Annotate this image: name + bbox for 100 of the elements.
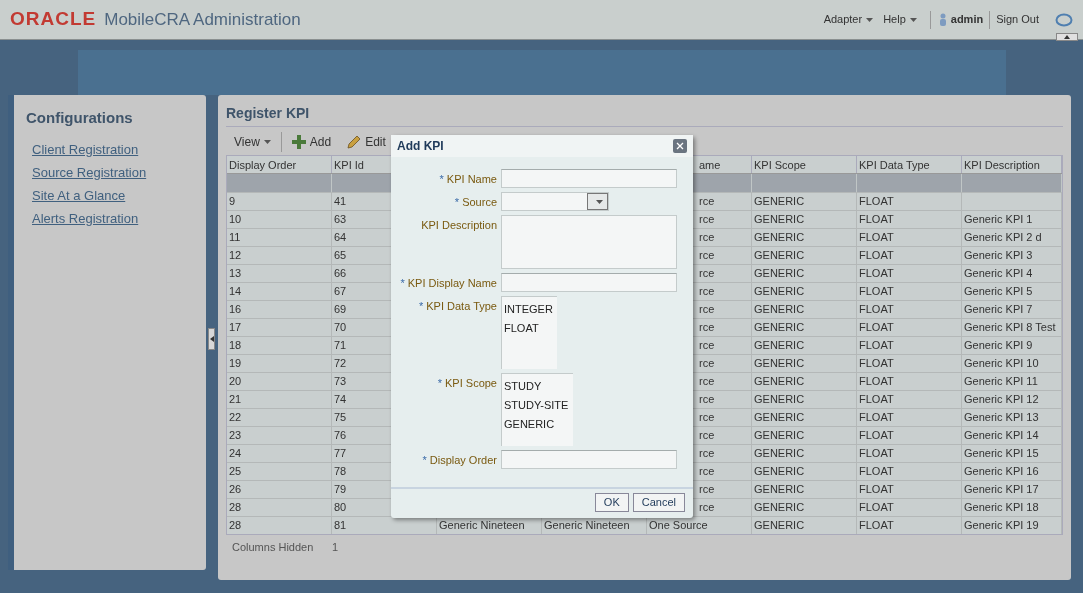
close-button[interactable]: [673, 139, 687, 153]
close-icon: [676, 142, 684, 150]
table-cell: FLOAT: [857, 229, 962, 246]
page-title: Register KPI: [226, 103, 1063, 127]
table-cell: GENERIC: [752, 481, 857, 498]
field-label: KPI Scope: [445, 377, 497, 389]
table-cell: Generic KPI 5: [962, 283, 1062, 300]
dialog-title: Add KPI: [397, 138, 444, 155]
columns-hidden-count: 1: [332, 540, 339, 555]
table-cell: FLOAT: [857, 409, 962, 426]
pencil-icon: [347, 135, 362, 149]
table-cell: GENERIC: [752, 319, 857, 336]
table-cell: GENERIC: [752, 445, 857, 462]
sidebar-link[interactable]: Alerts Registration: [32, 206, 139, 230]
table-cell: Generic KPI 4: [962, 265, 1062, 282]
table-cell: Generic KPI 3: [962, 247, 1062, 264]
listbox-option[interactable]: STUDY: [504, 378, 542, 394]
field-label: KPI Name: [446, 173, 497, 185]
app-title: MobileCRA Administration: [104, 8, 301, 31]
table-cell: 9: [227, 193, 332, 210]
table-cell: Generic KPI 18: [962, 499, 1062, 516]
table-cell: FLOAT: [857, 391, 962, 408]
table-cell: Generic KPI 1: [962, 211, 1062, 228]
table-cell: GENERIC: [752, 247, 857, 264]
input-field[interactable]: [501, 273, 677, 292]
required-mark: *: [454, 196, 460, 208]
plus-icon: [291, 135, 306, 149]
splitter-handle[interactable]: [208, 328, 216, 350]
caret-icon: [596, 199, 603, 204]
table-cell: 16: [227, 301, 332, 318]
table-cell: 20: [227, 373, 332, 390]
table-cell: Generic KPI 10: [962, 355, 1062, 372]
table-cell: FLOAT: [857, 517, 962, 534]
table-cell: 18: [227, 337, 332, 354]
dialog-button[interactable]: OK: [594, 493, 629, 512]
listbox[interactable]: STUDY STUDY-SITE GENERIC: [501, 373, 573, 446]
table-cell: GENERIC: [752, 373, 857, 390]
column-header[interactable]: KPI Description: [962, 156, 1062, 173]
table-cell: FLOAT: [857, 463, 962, 480]
header-menu[interactable]: Help: [878, 11, 922, 28]
table-cell: GENERIC: [752, 301, 857, 318]
table-cell: GENERIC: [752, 355, 857, 372]
table-cell: FLOAT: [857, 193, 962, 210]
table-cell: FLOAT: [857, 499, 962, 516]
table-cell: FLOAT: [857, 283, 962, 300]
sidebar-link[interactable]: Site At a Glance: [32, 183, 126, 207]
header-menu[interactable]: Adapter: [818, 11, 879, 28]
table-cell: 24: [227, 445, 332, 462]
listbox-option[interactable]: FLOAT: [504, 320, 539, 336]
table-cell: 23: [227, 427, 332, 444]
table-cell: FLOAT: [857, 211, 962, 228]
dropdown-button[interactable]: [587, 193, 608, 210]
add-button[interactable]: Add: [283, 130, 340, 154]
table-cell: Generic KPI 9: [962, 337, 1062, 354]
sidebar-link[interactable]: Client Registration: [32, 137, 139, 161]
view-menu[interactable]: View: [226, 130, 279, 154]
table-cell: Generic KPI 13: [962, 409, 1062, 426]
ring-logo-icon: [1055, 12, 1073, 27]
table-cell: 22: [227, 409, 332, 426]
table-cell: GENERIC: [752, 283, 857, 300]
table-cell: Generic KPI 8 Test: [962, 319, 1062, 336]
table-cell: 19: [227, 355, 332, 372]
table-cell: GENERIC: [752, 337, 857, 354]
table-cell: Generic KPI 14: [962, 427, 1062, 444]
source-select[interactable]: [501, 192, 609, 211]
table-cell: Generic KPI 17: [962, 481, 1062, 498]
collapse-button[interactable]: [1056, 33, 1078, 41]
table-cell: GENERIC: [752, 427, 857, 444]
table-cell: GENERIC: [752, 391, 857, 408]
input-field[interactable]: [501, 169, 677, 188]
dialog-button[interactable]: Cancel: [632, 493, 685, 512]
table-cell: FLOAT: [857, 301, 962, 318]
table-cell: GENERIC: [752, 409, 857, 426]
input-field[interactable]: [501, 450, 677, 469]
table-cell: FLOAT: [857, 265, 962, 282]
listbox[interactable]: INTEGER FLOAT: [501, 296, 557, 369]
listbox-option[interactable]: GENERIC: [504, 416, 555, 432]
table-cell: GENERIC: [752, 229, 857, 246]
table-cell: 11: [227, 229, 332, 246]
caret-icon: [263, 140, 271, 144]
listbox-option[interactable]: STUDY-SITE: [504, 397, 569, 413]
table-cell: 12: [227, 247, 332, 264]
table-cell: 13: [227, 265, 332, 282]
table-cell: FLOAT: [857, 373, 962, 390]
column-header[interactable]: KPI Data Type: [857, 156, 962, 173]
table-cell: GENERIC: [752, 211, 857, 228]
sidebar-link[interactable]: Source Registration: [32, 160, 147, 184]
sign-out-link[interactable]: Sign Out: [996, 11, 1039, 28]
table-cell: FLOAT: [857, 355, 962, 372]
required-mark: *: [439, 173, 444, 185]
table-cell: GENERIC: [752, 265, 857, 282]
required-mark: *: [419, 300, 424, 312]
column-header[interactable]: KPI Scope: [752, 156, 857, 173]
table-cell: GENERIC: [752, 463, 857, 480]
listbox-option[interactable]: INTEGER: [504, 301, 553, 317]
table-cell: Generic KPI 12: [962, 391, 1062, 408]
up-arrow-icon: [1064, 35, 1070, 39]
table-cell: 21: [227, 391, 332, 408]
edit-button[interactable]: Edit: [339, 130, 394, 154]
column-header[interactable]: Display Order: [227, 156, 332, 173]
